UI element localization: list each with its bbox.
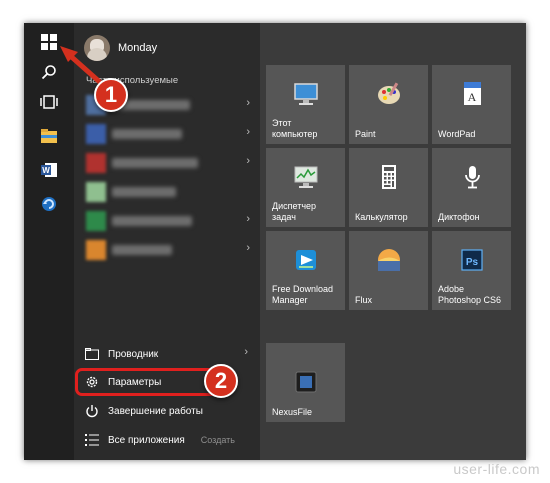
tile-label: Диктофон bbox=[438, 212, 480, 222]
list-item[interactable]: › bbox=[86, 152, 256, 174]
create-label[interactable]: Создать bbox=[201, 435, 235, 445]
user-account[interactable]: Monday bbox=[84, 35, 157, 61]
settings-highlight-frame bbox=[75, 368, 219, 396]
step-badge-2: 2 bbox=[204, 364, 238, 398]
chevron-right-icon: › bbox=[246, 97, 250, 109]
pinned-app[interactable] bbox=[24, 187, 74, 221]
tile-label: Этот компьютер bbox=[272, 118, 318, 139]
tile-task-manager[interactable]: Диспетчер задач bbox=[266, 148, 345, 227]
app-icon bbox=[86, 124, 106, 144]
pinned-file-explorer[interactable] bbox=[24, 119, 74, 153]
tile-label: Adobe Photoshop CS6 bbox=[438, 284, 502, 305]
list-item[interactable]: › bbox=[86, 210, 256, 232]
chevron-right-icon: › bbox=[246, 242, 250, 254]
tile-label: Free Download Manager bbox=[272, 284, 334, 305]
folder-icon bbox=[41, 129, 57, 143]
start-menu-strip: W bbox=[24, 23, 74, 460]
windows-logo-icon bbox=[41, 34, 57, 50]
nexusfile-icon bbox=[266, 367, 345, 397]
tile-photoshop[interactable]: Ps Adobe Photoshop CS6 bbox=[432, 231, 511, 310]
list-item[interactable]: › bbox=[86, 123, 256, 145]
tile-label: Калькулятор bbox=[355, 212, 408, 222]
explorer-item[interactable]: Проводник › bbox=[84, 343, 254, 365]
chevron-right-icon: › bbox=[246, 126, 250, 138]
calculator-icon bbox=[349, 162, 428, 192]
tile-calculator[interactable]: Калькулятор bbox=[349, 148, 428, 227]
tile-label: Paint bbox=[355, 129, 376, 139]
blurred-label bbox=[112, 129, 182, 139]
fdm-icon bbox=[266, 245, 345, 275]
app-icon bbox=[86, 240, 106, 260]
pinned-word[interactable]: W bbox=[24, 153, 74, 187]
computer-icon bbox=[266, 79, 345, 109]
all-apps-label: Все приложения bbox=[108, 434, 185, 446]
user-name: Monday bbox=[118, 42, 158, 54]
tile-label: NexusFile bbox=[272, 407, 313, 417]
microphone-icon bbox=[432, 162, 511, 192]
svg-text:A: A bbox=[467, 90, 476, 104]
word-icon: W bbox=[41, 163, 57, 177]
tile-this-pc[interactable]: Этот компьютер bbox=[266, 65, 345, 144]
blurred-label bbox=[112, 158, 198, 168]
tile-flux[interactable]: Flux bbox=[349, 231, 428, 310]
wordpad-icon: A bbox=[432, 79, 511, 109]
tile-label: Диспетчер задач bbox=[272, 201, 317, 222]
task-view-icon bbox=[40, 95, 58, 109]
tile-paint[interactable]: Paint bbox=[349, 65, 428, 144]
watermark: user-life.com bbox=[453, 461, 540, 477]
blurred-label bbox=[112, 187, 176, 197]
blurred-label bbox=[112, 245, 172, 255]
start-button[interactable] bbox=[24, 25, 74, 59]
tile-nexusfile[interactable]: NexusFile bbox=[266, 343, 345, 422]
task-manager-icon bbox=[266, 162, 345, 192]
power-icon bbox=[84, 403, 100, 419]
all-apps-item[interactable]: Все приложения Создать bbox=[84, 429, 254, 451]
tile-free-download-manager[interactable]: Free Download Manager bbox=[266, 231, 345, 310]
svg-text:W: W bbox=[42, 166, 50, 175]
list-icon bbox=[84, 432, 100, 448]
chevron-right-icon: › bbox=[246, 155, 250, 167]
search-icon bbox=[41, 65, 56, 80]
avatar bbox=[84, 35, 110, 61]
task-view-button[interactable] bbox=[24, 85, 74, 119]
app-icon bbox=[86, 211, 106, 231]
file-explorer-icon bbox=[84, 346, 100, 362]
list-item[interactable]: › bbox=[86, 239, 256, 261]
explorer-label: Проводник bbox=[108, 348, 159, 360]
list-item[interactable] bbox=[86, 181, 256, 203]
blurred-label bbox=[112, 216, 192, 226]
shutdown-label: Завершение работы bbox=[108, 405, 203, 417]
shutdown-item[interactable]: Завершение работы bbox=[84, 400, 254, 422]
paint-palette-icon bbox=[349, 79, 428, 109]
flux-icon bbox=[349, 245, 428, 275]
tile-wordpad[interactable]: A WordPad bbox=[432, 65, 511, 144]
chevron-right-icon: › bbox=[244, 346, 248, 358]
chevron-right-icon: › bbox=[246, 213, 250, 225]
photoshop-icon: Ps bbox=[432, 245, 511, 275]
tile-label: Flux bbox=[355, 295, 373, 305]
app-icon bbox=[86, 182, 106, 202]
search-button[interactable] bbox=[24, 55, 74, 89]
tile-voice-recorder[interactable]: Диктофон bbox=[432, 148, 511, 227]
tile-label: WordPad bbox=[438, 129, 476, 139]
svg-text:Ps: Ps bbox=[465, 257, 478, 268]
step-badge-1: 1 bbox=[94, 78, 128, 112]
app-icon bbox=[86, 153, 106, 173]
refresh-globe-icon bbox=[42, 197, 56, 211]
